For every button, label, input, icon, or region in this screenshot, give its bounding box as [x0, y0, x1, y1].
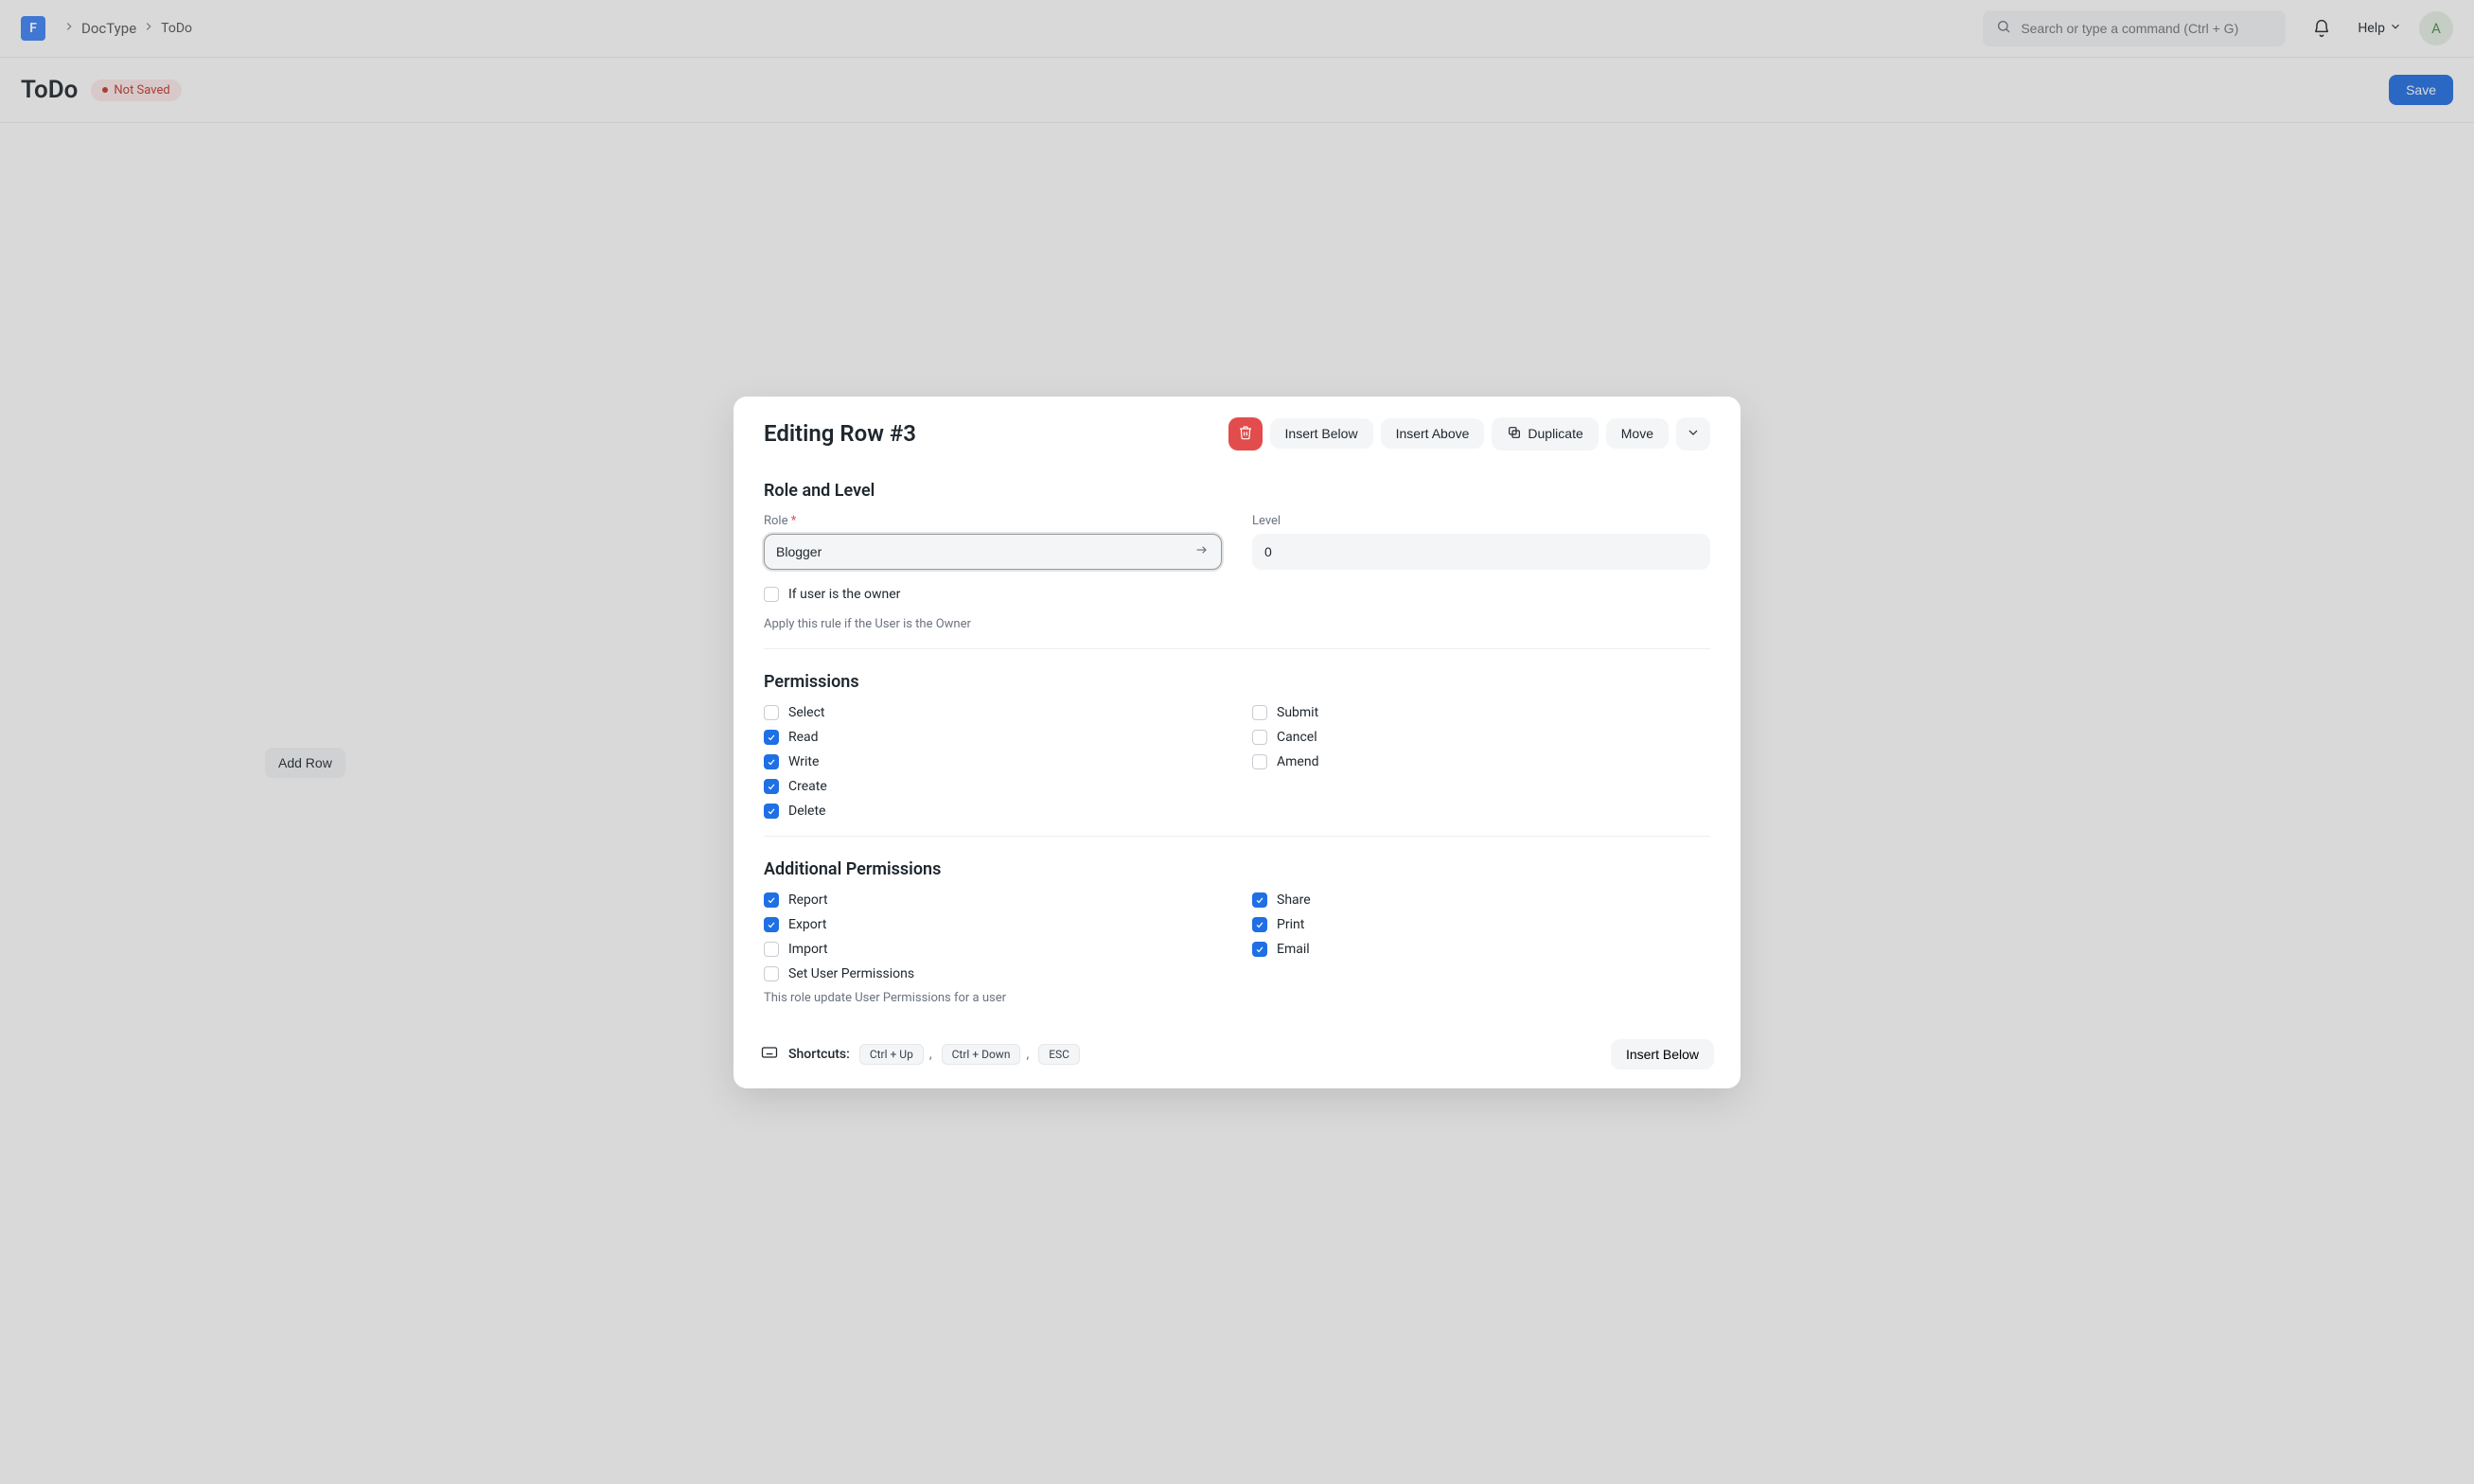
permission-checkbox[interactable] [1252, 892, 1267, 908]
permission-item: Report [764, 892, 1222, 908]
owner-help: Apply this rule if the User is the Owner [764, 617, 1222, 631]
permissions-col-right: Submit Cancel Amend [1252, 705, 1710, 819]
permission-item: Cancel [1252, 730, 1710, 745]
modal-more-button[interactable] [1676, 417, 1710, 450]
permission-checkbox[interactable] [764, 730, 779, 745]
insert-above-button[interactable]: Insert Above [1381, 418, 1485, 449]
permission-label: Print [1277, 917, 1304, 932]
permission-label: Delete [788, 804, 825, 819]
role-input[interactable] [764, 534, 1222, 570]
copy-icon [1507, 425, 1522, 443]
permission-label: Cancel [1277, 730, 1317, 745]
insert-below-button[interactable]: Insert Below [1270, 418, 1373, 449]
permission-item: Email [1252, 942, 1710, 957]
permission-item: Select [764, 705, 1222, 720]
chevron-down-icon [1686, 425, 1701, 443]
permission-label: Report [788, 892, 828, 908]
shortcut-ctrl-down: Ctrl + Down [942, 1044, 1021, 1065]
permission-item: Share [1252, 892, 1710, 908]
additional-col-left: Report Export Import Set User Permissions [764, 892, 1222, 981]
permission-label: Select [788, 705, 824, 720]
permission-checkbox[interactable] [1252, 730, 1267, 745]
permission-checkbox[interactable] [764, 942, 779, 957]
permission-item: Submit [1252, 705, 1710, 720]
permission-label: Write [788, 754, 819, 769]
permission-checkbox[interactable] [764, 754, 779, 769]
move-button[interactable]: Move [1606, 418, 1669, 449]
shortcuts-label: Shortcuts: [788, 1047, 850, 1062]
modal: Editing Row #3 Insert Below Insert Above… [733, 397, 1741, 1088]
permission-checkbox[interactable] [764, 779, 779, 794]
arrow-right-icon[interactable] [1194, 542, 1210, 561]
permission-checkbox[interactable] [1252, 754, 1267, 769]
delete-row-button[interactable] [1228, 417, 1263, 450]
permission-item: Amend [1252, 754, 1710, 769]
permission-checkbox[interactable] [764, 917, 779, 932]
permission-label: Share [1277, 892, 1311, 908]
permission-item: Delete [764, 804, 1222, 819]
section-additional: Additional Permissions [764, 859, 1710, 879]
permission-item: Set User Permissions [764, 966, 1222, 981]
permission-item: Read [764, 730, 1222, 745]
shortcut-esc: ESC [1038, 1044, 1080, 1065]
permission-label: Email [1277, 942, 1310, 957]
permission-item: Import [764, 942, 1222, 957]
permissions-col-left: Select Read Write Create Delete [764, 705, 1222, 819]
section-permissions: Permissions [764, 672, 1710, 692]
duplicate-button[interactable]: Duplicate [1492, 417, 1598, 450]
permission-item: Write [764, 754, 1222, 769]
additional-col-right: Share Print Email [1252, 892, 1710, 981]
shortcut-ctrl-up: Ctrl + Up [859, 1044, 924, 1065]
trash-icon [1238, 425, 1253, 443]
permission-checkbox[interactable] [764, 705, 779, 720]
permission-label: Submit [1277, 705, 1318, 720]
level-input[interactable] [1252, 534, 1710, 570]
role-label: Role * [764, 514, 1222, 528]
owner-checkbox-label: If user is the owner [788, 587, 900, 602]
permission-checkbox[interactable] [764, 966, 779, 981]
permission-label: Amend [1277, 754, 1318, 769]
permission-checkbox[interactable] [1252, 917, 1267, 932]
permission-item: Create [764, 779, 1222, 794]
permission-checkbox[interactable] [1252, 705, 1267, 720]
permission-checkbox[interactable] [764, 804, 779, 819]
permission-item: Export [764, 917, 1222, 932]
permission-label: Read [788, 730, 819, 745]
permission-label: Set User Permissions [788, 966, 914, 981]
modal-overlay: Editing Row #3 Insert Below Insert Above… [0, 0, 2474, 1484]
additional-help: This role update User Permissions for a … [764, 991, 1710, 1005]
permission-item: Print [1252, 917, 1710, 932]
level-label: Level [1252, 514, 1710, 528]
permission-label: Import [788, 942, 828, 957]
permission-label: Create [788, 779, 827, 794]
permission-label: Export [788, 917, 826, 932]
section-role-level: Role and Level [764, 481, 1710, 501]
modal-title: Editing Row #3 [764, 420, 1228, 447]
keyboard-icon [760, 1043, 779, 1066]
owner-checkbox[interactable] [764, 587, 779, 602]
insert-below-footer-button[interactable]: Insert Below [1611, 1039, 1714, 1069]
permission-checkbox[interactable] [1252, 942, 1267, 957]
permission-checkbox[interactable] [764, 892, 779, 908]
